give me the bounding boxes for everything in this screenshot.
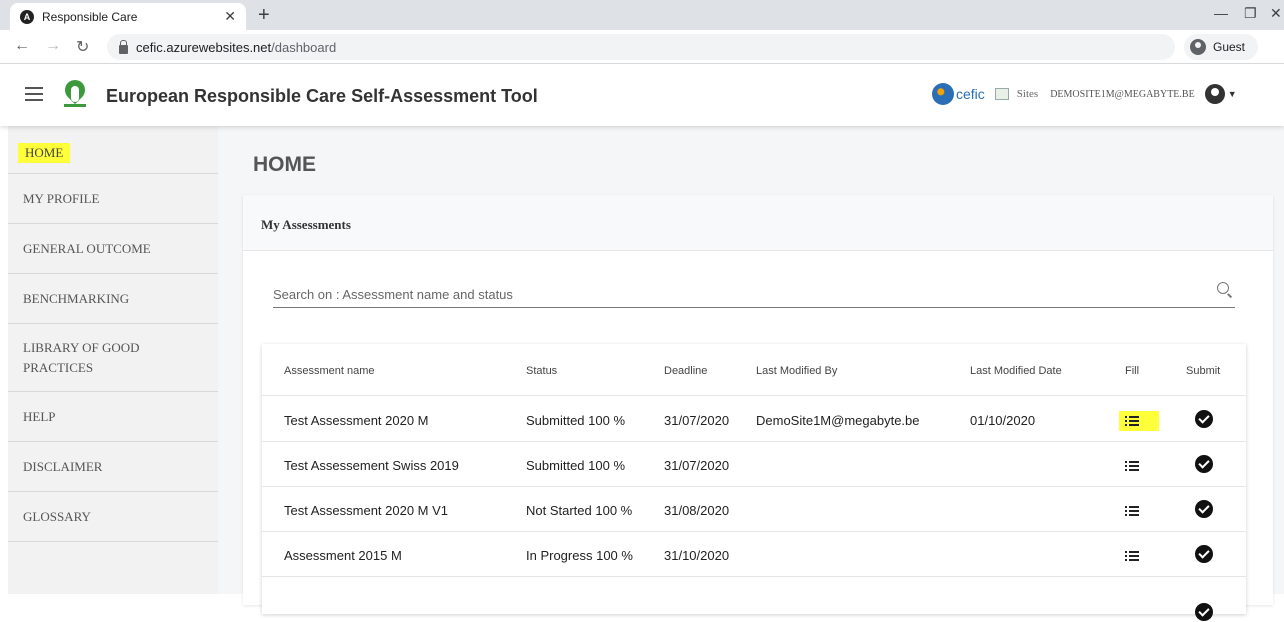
table-row: Test Assessment 2020 M Submitted 100 % 3… (262, 397, 1246, 442)
cell-status: Not Started 100 % (526, 503, 633, 518)
app-title: European Responsible Care Self-Assessmen… (106, 86, 538, 106)
minimize-icon[interactable]: — (1214, 5, 1228, 21)
cefic-logo-text: cefic (956, 86, 985, 102)
sidebar-item-label: BENCHMARKING (23, 290, 130, 306)
sidebar-item-label: DISCLAIMER (23, 458, 103, 474)
cell-name: Test Assessment 2020 M (284, 413, 429, 428)
cell-status: In Progress 100 % (526, 548, 633, 563)
card-title: My Assessments (243, 195, 1273, 251)
url-path: /dashboard (271, 39, 337, 55)
cell-name: Test Assessment 2020 M V1 (284, 503, 449, 518)
header-right: cefic Sites DEMOSITE1M@MEGABYTE.BE ▼ (932, 83, 1237, 105)
sidebar: HOME MY PROFILE GENERAL OUTCOME BENCHMAR… (8, 126, 218, 594)
fill-list-icon[interactable] (1125, 460, 1139, 472)
fill-list-icon[interactable] (1125, 505, 1139, 517)
submit-check-icon[interactable] (1195, 455, 1213, 473)
cefic-logo-icon (932, 83, 954, 105)
reload-icon[interactable]: ↻ (76, 37, 89, 57)
table-row: Test Assessement Swiss 2019 Submitted 10… (262, 442, 1246, 487)
fill-list-icon[interactable] (1125, 550, 1139, 562)
sidebar-item-help[interactable]: HELP (8, 392, 218, 442)
search-input[interactable] (273, 287, 1193, 302)
sidebar-item-benchmarking[interactable]: BENCHMARKING (8, 274, 218, 324)
assessments-card: My Assessments Assessment name Status De… (243, 195, 1273, 621)
submit-check-icon[interactable] (1195, 603, 1213, 621)
cell-deadline: 31/10/2020 (664, 548, 730, 563)
main-content: HOME My Assessments Assessment name Stat… (218, 126, 1284, 621)
table-header: Assessment name Status Deadline Last Mod… (262, 344, 1246, 396)
sidebar-item-label: MY PROFILE (23, 190, 100, 206)
tab-title: Responsible Care (42, 9, 138, 24)
col-header-modified-by[interactable]: Last Modified By (756, 365, 837, 377)
table-row (262, 577, 1246, 622)
sidebar-item-disclaimer[interactable]: DISCLAIMER (8, 442, 218, 492)
broken-image-icon (994, 88, 1009, 100)
sidebar-item-my-profile[interactable]: MY PROFILE (8, 174, 218, 224)
forward-icon[interactable]: → (45, 37, 61, 55)
cell-deadline: 31/07/2020 (664, 458, 730, 473)
cell-name: Test Assessement Swiss 2019 (284, 458, 459, 473)
sidebar-item-label: HOME (18, 143, 71, 163)
chevron-down-icon[interactable]: ▼ (1228, 89, 1237, 99)
submit-check-icon[interactable] (1195, 545, 1213, 563)
col-header-status[interactable]: Status (526, 365, 557, 377)
cell-deadline: 31/08/2020 (664, 503, 730, 518)
col-header-name[interactable]: Assessment name (284, 365, 374, 377)
fill-list-icon[interactable] (1125, 415, 1139, 427)
col-header-submit: Submit (1186, 365, 1221, 377)
assessments-table: Assessment name Status Deadline Last Mod… (262, 344, 1246, 621)
app-header: European Responsible Care Self-Assessmen… (0, 64, 1284, 126)
browser-address-bar: ← → ↻ cefic.azurewebsites.net /dashboard… (0, 30, 1284, 64)
responsible-care-logo (60, 75, 90, 112)
search-bar (273, 282, 1235, 308)
new-tab-icon[interactable]: + (258, 4, 270, 27)
sidebar-item-label: LIBRARY OF GOOD PRACTICES (23, 339, 140, 375)
url-host: cefic.azurewebsites.net (136, 39, 272, 55)
search-icon[interactable] (1217, 282, 1229, 294)
url-field[interactable]: cefic.azurewebsites.net /dashboard (107, 34, 1175, 60)
submit-check-icon[interactable] (1195, 500, 1213, 518)
col-header-deadline[interactable]: Deadline (664, 365, 707, 377)
cell-deadline: 31/07/2020 (664, 413, 730, 428)
angular-favicon-icon: A (20, 9, 34, 24)
user-email: DEMOSITE1M@MEGABYTE.BE (1050, 88, 1195, 100)
cell-status: Submitted 100 % (526, 413, 626, 428)
sidebar-item-glossary[interactable]: GLOSSARY (8, 492, 218, 542)
menu-icon[interactable] (25, 87, 43, 105)
browser-tab[interactable]: A Responsible Care ✕ (10, 3, 246, 30)
cell-modified-by: DemoSite1M@megabyte.be (756, 413, 920, 428)
cell-status: Submitted 100 % (526, 458, 626, 473)
guest-profile-button[interactable]: Guest (1184, 34, 1258, 60)
sidebar-item-label: GENERAL OUTCOME (23, 240, 151, 256)
guest-avatar-icon (1190, 39, 1206, 55)
col-header-fill: Fill (1125, 365, 1140, 377)
sidebar-item-label: HELP (23, 408, 56, 424)
lock-icon (119, 39, 128, 54)
sidebar-item-general-outcome[interactable]: GENERAL OUTCOME (8, 224, 218, 274)
sidebar-item-label: GLOSSARY (23, 508, 91, 524)
table-row: Assessment 2015 M In Progress 100 % 31/1… (262, 532, 1246, 577)
col-header-modified-date[interactable]: Last Modified Date (970, 365, 1062, 377)
browser-tab-bar: A Responsible Care ✕ + — ❐ ✕ (0, 0, 1284, 30)
cell-modified-date: 01/10/2020 (970, 413, 1036, 428)
page-title: HOME (253, 153, 316, 176)
close-tab-icon[interactable]: ✕ (224, 8, 236, 25)
sidebar-item-home[interactable]: HOME (8, 126, 218, 174)
cell-name: Assessment 2015 M (284, 548, 402, 563)
sidebar-item-library[interactable]: LIBRARY OF GOOD PRACTICES (8, 324, 218, 392)
account-icon[interactable] (1204, 84, 1225, 104)
back-icon[interactable]: ← (14, 37, 30, 55)
close-window-icon[interactable]: ✕ (1270, 5, 1282, 22)
guest-label: Guest (1213, 40, 1246, 54)
sites-link[interactable]: Sites (1017, 88, 1038, 100)
restore-icon[interactable]: ❐ (1244, 5, 1257, 22)
table-row: Test Assessment 2020 M V1 Not Started 10… (262, 487, 1246, 532)
submit-check-icon[interactable] (1195, 410, 1213, 428)
